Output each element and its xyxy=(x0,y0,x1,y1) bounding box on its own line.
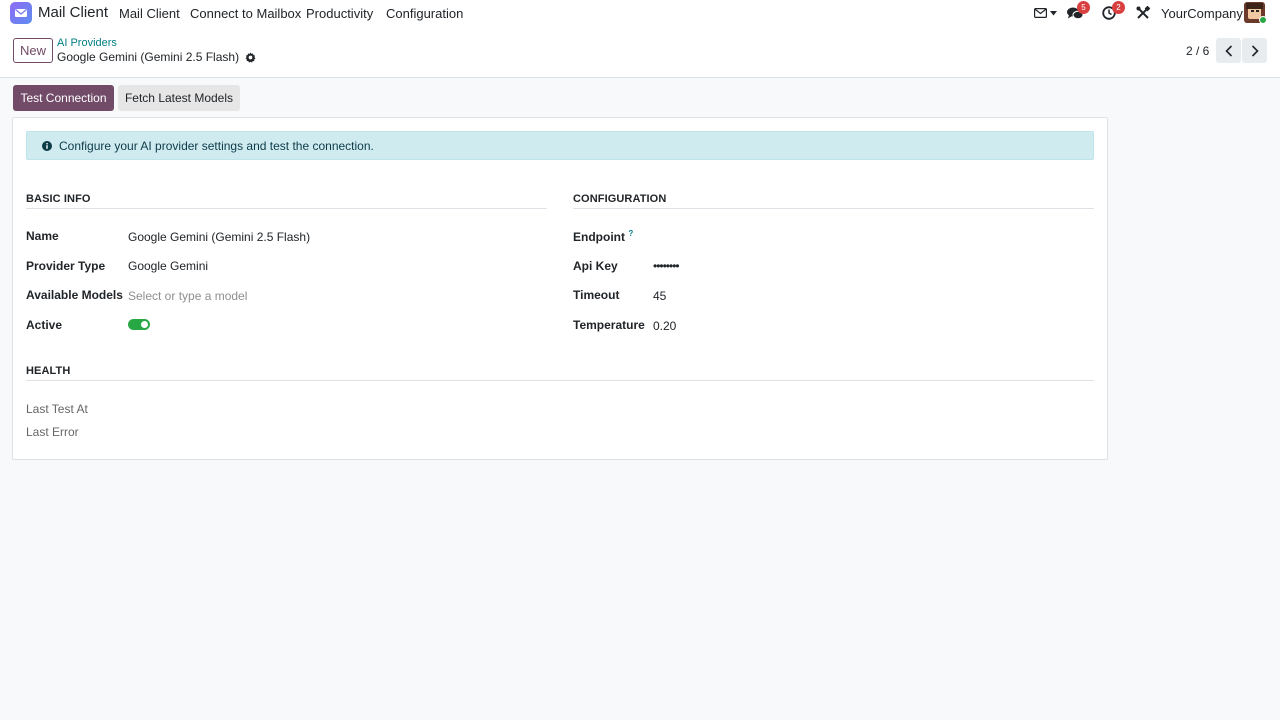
active-label: Active xyxy=(26,318,63,332)
chevron-left-icon xyxy=(1224,44,1232,57)
menu-connect-to-mailbox[interactable]: Connect to Mailbox xyxy=(190,6,301,21)
info-alert: Configure your AI provider settings and … xyxy=(26,131,1094,160)
last-error-label: Last Error xyxy=(26,425,79,439)
timeout-label: Timeout xyxy=(573,288,620,302)
endpoint-label-text: Endpoint xyxy=(573,230,625,244)
api-key-label: Api Key xyxy=(573,259,618,273)
configuration-heading: CONFIGURATION xyxy=(573,193,667,205)
breadcrumb-ai-providers[interactable]: AI Providers xyxy=(57,37,117,49)
new-button[interactable]: New xyxy=(13,38,53,63)
available-models-input[interactable]: Select or type a model xyxy=(128,289,247,303)
pager-next-button[interactable] xyxy=(1242,38,1267,63)
record-title: Google Gemini (Gemini 2.5 Flash) xyxy=(57,50,256,64)
basic-info-divider xyxy=(26,208,547,209)
fetch-latest-models-button[interactable]: Fetch Latest Models xyxy=(118,85,240,111)
gear-icon[interactable] xyxy=(245,51,256,63)
pager-value[interactable]: 2 / 6 xyxy=(1186,44,1209,58)
envelope-icon xyxy=(1034,8,1047,18)
activities-systray[interactable]: 2 xyxy=(1102,1,1125,22)
avatar-eye xyxy=(1251,10,1254,12)
mail-app-icon[interactable] xyxy=(10,2,32,24)
company-switcher[interactable]: YourCompany xyxy=(1161,6,1243,21)
menu-mail-client[interactable]: Mail Client xyxy=(119,6,180,21)
avatar-hair xyxy=(1246,3,1263,9)
envelope-icon xyxy=(15,8,27,17)
info-alert-text: Configure your AI provider settings and … xyxy=(59,138,374,153)
name-field[interactable]: Google Gemini (Gemini 2.5 Flash) xyxy=(128,230,310,244)
avatar-eye xyxy=(1256,10,1259,12)
record-title-text: Google Gemini (Gemini 2.5 Flash) xyxy=(57,50,240,64)
provider-type-label: Provider Type xyxy=(26,259,106,273)
configuration-divider xyxy=(573,208,1094,209)
app-name[interactable]: Mail Client xyxy=(38,4,108,21)
activities-badge: 2 xyxy=(1112,1,1125,14)
tools-icon xyxy=(1136,6,1150,19)
messages-systray[interactable]: 5 xyxy=(1067,1,1090,22)
basic-info-heading: BASIC INFO xyxy=(26,193,91,205)
control-panel: New AI Providers Google Gemini (Gemini 2… xyxy=(0,26,1280,78)
timeout-field[interactable]: 45 xyxy=(653,289,666,303)
endpoint-help-icon[interactable]: ? xyxy=(628,229,633,238)
name-label: Name xyxy=(26,229,59,243)
info-icon xyxy=(42,140,52,151)
temperature-field[interactable]: 0.20 xyxy=(653,319,676,333)
chevron-right-icon xyxy=(1251,44,1259,57)
debug-tools[interactable] xyxy=(1136,4,1152,22)
temperature-label: Temperature xyxy=(573,318,645,332)
health-heading: HEALTH xyxy=(26,365,71,377)
last-test-at-label: Last Test At xyxy=(26,402,88,416)
online-status-dot xyxy=(1259,16,1267,24)
messages-badge: 5 xyxy=(1077,1,1090,14)
active-toggle[interactable] xyxy=(128,319,150,330)
provider-type-field[interactable]: Google Gemini xyxy=(128,259,208,273)
api-key-field[interactable]: •••••••• xyxy=(653,259,680,273)
pager-previous-button[interactable] xyxy=(1216,38,1241,63)
menu-configuration[interactable]: Configuration xyxy=(386,6,463,21)
mail-systray[interactable] xyxy=(1034,4,1058,22)
caret-down-icon xyxy=(1050,10,1057,15)
menu-productivity[interactable]: Productivity xyxy=(306,6,373,21)
top-navbar: Mail Client Mail Client Connect to Mailb… xyxy=(0,0,1280,26)
available-models-label: Available Models xyxy=(26,288,123,302)
health-divider xyxy=(26,380,1094,381)
endpoint-label: Endpoint ? xyxy=(573,229,633,244)
test-connection-button[interactable]: Test Connection xyxy=(13,85,114,111)
